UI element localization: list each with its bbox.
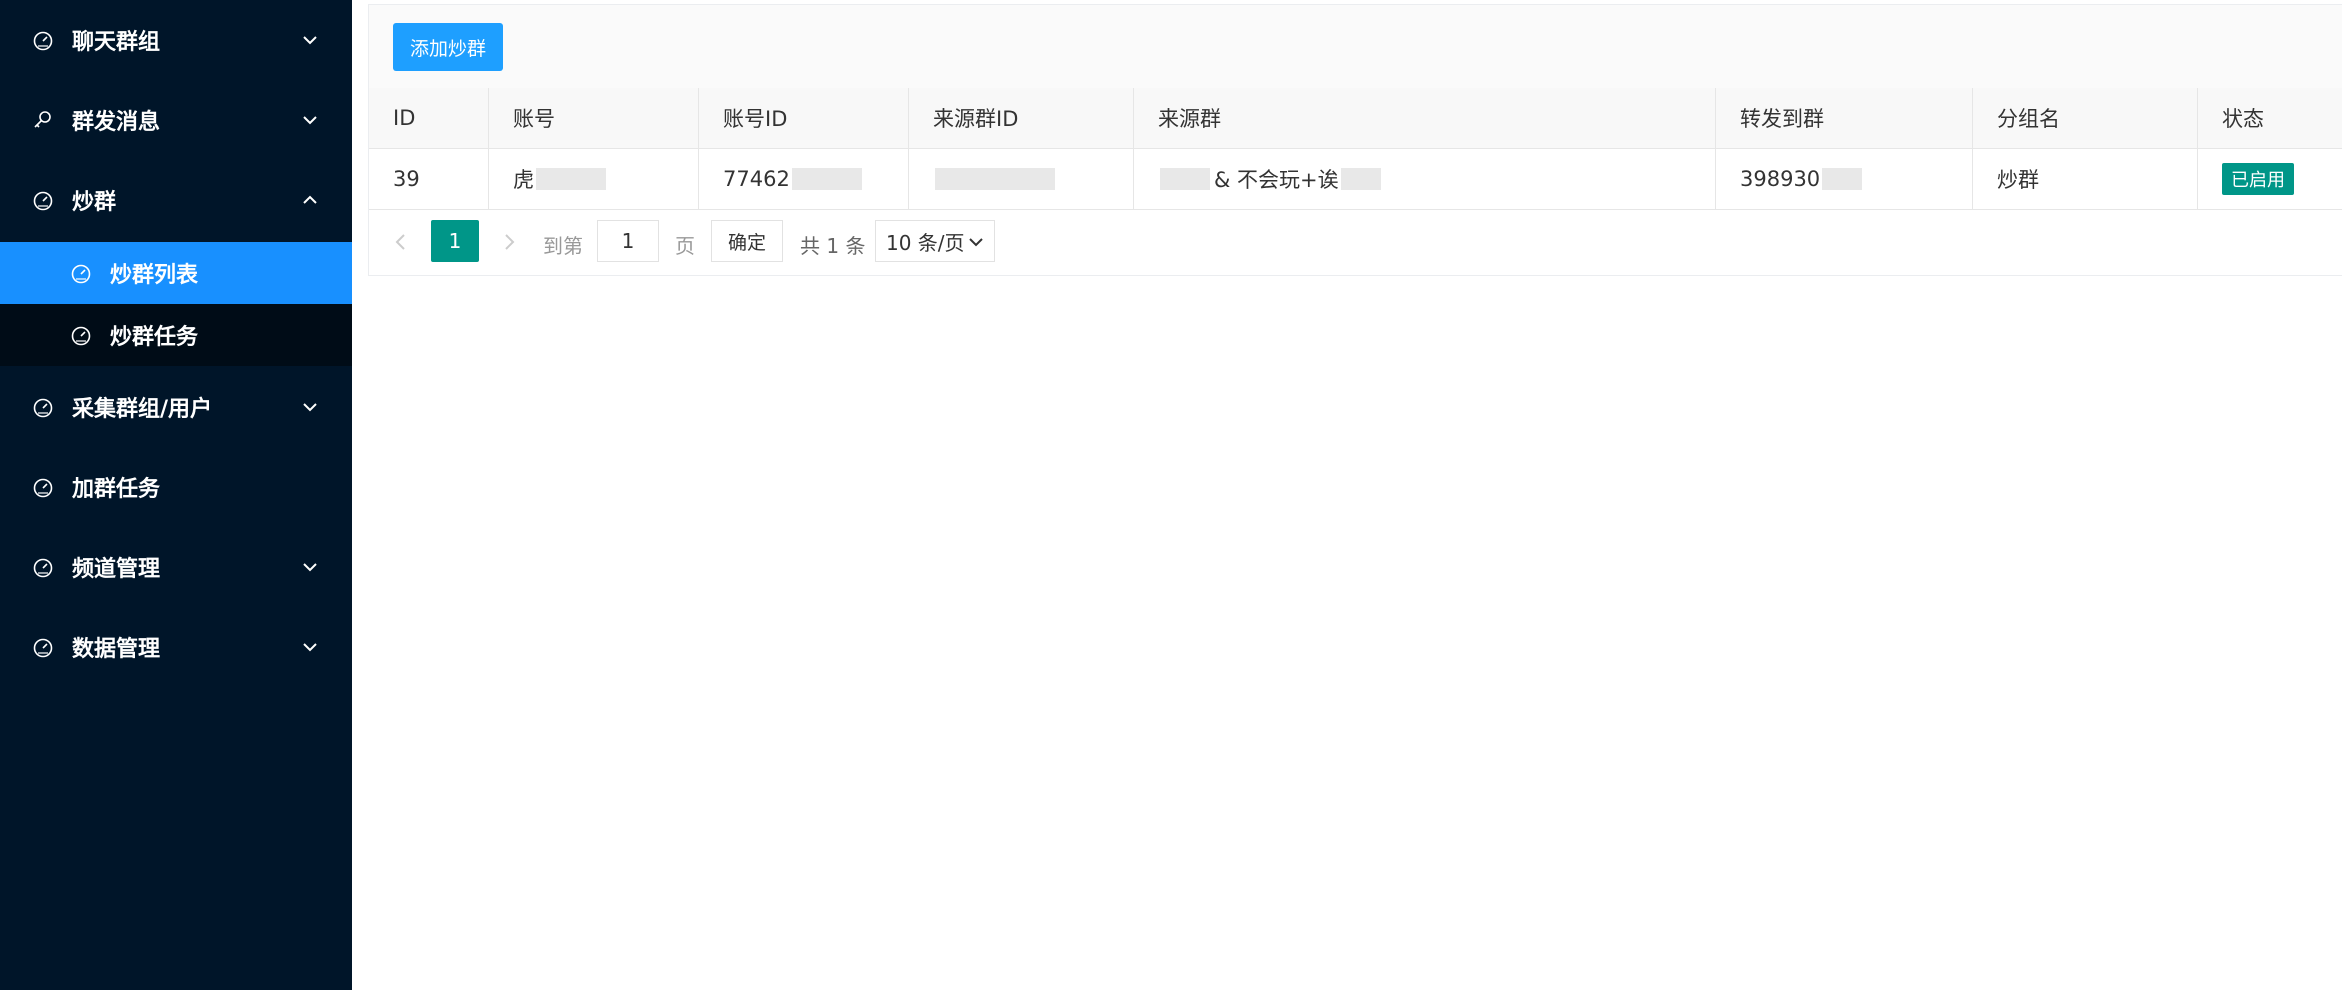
page-size-value: 10 条/页 — [886, 230, 965, 255]
menu-item-join-task[interactable]: 加群任务 — [0, 447, 352, 527]
page-unit-label: 页 — [675, 234, 695, 258]
redacted-block — [1822, 168, 1863, 190]
redacted-block — [1160, 168, 1210, 190]
cell-account-id-text: 77462 — [723, 167, 790, 191]
page-jump-input[interactable] — [597, 220, 659, 262]
cell-status: 已启用 — [2198, 149, 2342, 209]
cell-id: 39 — [369, 149, 489, 209]
page-button-current[interactable]: 1 — [431, 220, 479, 262]
chevron-down-icon — [300, 397, 320, 417]
menu-label: 炒群 — [72, 190, 117, 215]
redacted-block — [1340, 168, 1381, 190]
prev-page-icon[interactable] — [391, 232, 411, 252]
menu-item-chaoqun[interactable]: 炒群 — [0, 160, 352, 240]
cell-id-text: 39 — [393, 167, 420, 191]
column-header-source-group[interactable]: 来源群 — [1134, 88, 1716, 148]
dashboard-icon — [32, 29, 54, 51]
menu-label: 加群任务 — [72, 477, 161, 502]
goto-label: 到第 — [543, 234, 583, 258]
chevron-down-icon — [300, 637, 320, 657]
menu-label: 数据管理 — [72, 637, 161, 662]
sidebar-item-chaoqun-list[interactable]: 炒群列表 — [0, 242, 352, 304]
cell-source-group-text: & 不会玩+诶 — [1214, 168, 1339, 192]
column-header-account[interactable]: 账号 — [489, 88, 699, 148]
cell-source-group-id — [909, 149, 1134, 209]
menu-item-chat-groups[interactable]: 聊天群组 — [0, 0, 352, 80]
pagination: 1 到第 页 确定 共 1 条 10 条/页 — [369, 210, 2342, 274]
sidebar-item-chaoqun-task[interactable]: 炒群任务 — [0, 304, 352, 366]
next-page-icon[interactable] — [499, 232, 519, 252]
column-header-account-id[interactable]: 账号ID — [699, 88, 909, 148]
cell-group-name-text: 炒群 — [1997, 168, 2039, 192]
column-header-status[interactable]: 状态 — [2198, 88, 2342, 148]
dashboard-icon — [32, 189, 54, 211]
menu-label: 聊天群组 — [72, 30, 161, 55]
redacted-block — [791, 168, 862, 190]
toolbar: 添加炒群 — [369, 5, 2342, 89]
total-count: 共 1 条 — [800, 234, 866, 258]
redacted-block — [536, 168, 606, 190]
cell-forward-to: 398930 — [1716, 149, 1973, 209]
page-confirm-button[interactable]: 确定 — [711, 220, 783, 262]
chevron-down-icon — [300, 557, 320, 577]
menu-item-data[interactable]: 数据管理 — [0, 607, 352, 687]
menu-label: 频道管理 — [72, 557, 161, 582]
page-size-select[interactable]: 10 条/页 — [875, 220, 995, 262]
main-panel: 添加炒群 ID 账号 账号ID 来源群ID 来源群 转发到群 分组名 状态 39… — [368, 4, 2342, 276]
menu-item-channel[interactable]: 频道管理 — [0, 527, 352, 607]
cell-account-text: 虎 — [513, 168, 534, 192]
dashboard-icon — [70, 262, 92, 284]
menu-item-collect[interactable]: 采集群组/用户 — [0, 367, 352, 447]
cell-account: 虎 — [489, 149, 699, 209]
menu-item-broadcast[interactable]: 群发消息 — [0, 80, 352, 160]
cell-source-group: & 不会玩+诶 — [1134, 149, 1716, 209]
column-header-group-name[interactable]: 分组名 — [1973, 88, 2198, 148]
dashboard-icon — [32, 476, 54, 498]
chevron-down-icon — [966, 232, 986, 252]
chevron-up-icon — [300, 190, 320, 210]
dashboard-icon — [32, 636, 54, 658]
table-row[interactable]: 39 虎 77462 & 不会玩+诶 398930 炒群 已启用 — [369, 149, 2342, 210]
submenu-label: 炒群列表 — [110, 263, 199, 288]
sidebar: 聊天群组 群发消息 炒群 炒群列表 炒群任务 采集群组/用户 加群任务 频道管理… — [0, 0, 352, 990]
column-header-id[interactable]: ID — [369, 88, 489, 148]
chevron-down-icon — [300, 30, 320, 50]
cell-forward-to-text: 398930 — [1740, 167, 1821, 191]
cell-account-id: 77462 — [699, 149, 909, 209]
cell-group-name: 炒群 — [1973, 149, 2198, 209]
column-header-forward-to[interactable]: 转发到群 — [1716, 88, 1973, 148]
table-header: ID 账号 账号ID 来源群ID 来源群 转发到群 分组名 状态 — [369, 88, 2342, 149]
add-chaoqun-button[interactable]: 添加炒群 — [393, 23, 503, 71]
redacted-block — [935, 168, 1055, 190]
column-header-source-group-id[interactable]: 来源群ID — [909, 88, 1134, 148]
menu-label: 群发消息 — [72, 110, 161, 135]
key-icon — [32, 109, 54, 131]
dashboard-icon — [32, 396, 54, 418]
dashboard-icon — [32, 556, 54, 578]
chevron-down-icon — [300, 110, 320, 130]
submenu-label: 炒群任务 — [110, 325, 199, 350]
dashboard-icon — [70, 324, 92, 346]
menu-label: 采集群组/用户 — [72, 397, 213, 422]
status-badge: 已启用 — [2222, 163, 2294, 195]
